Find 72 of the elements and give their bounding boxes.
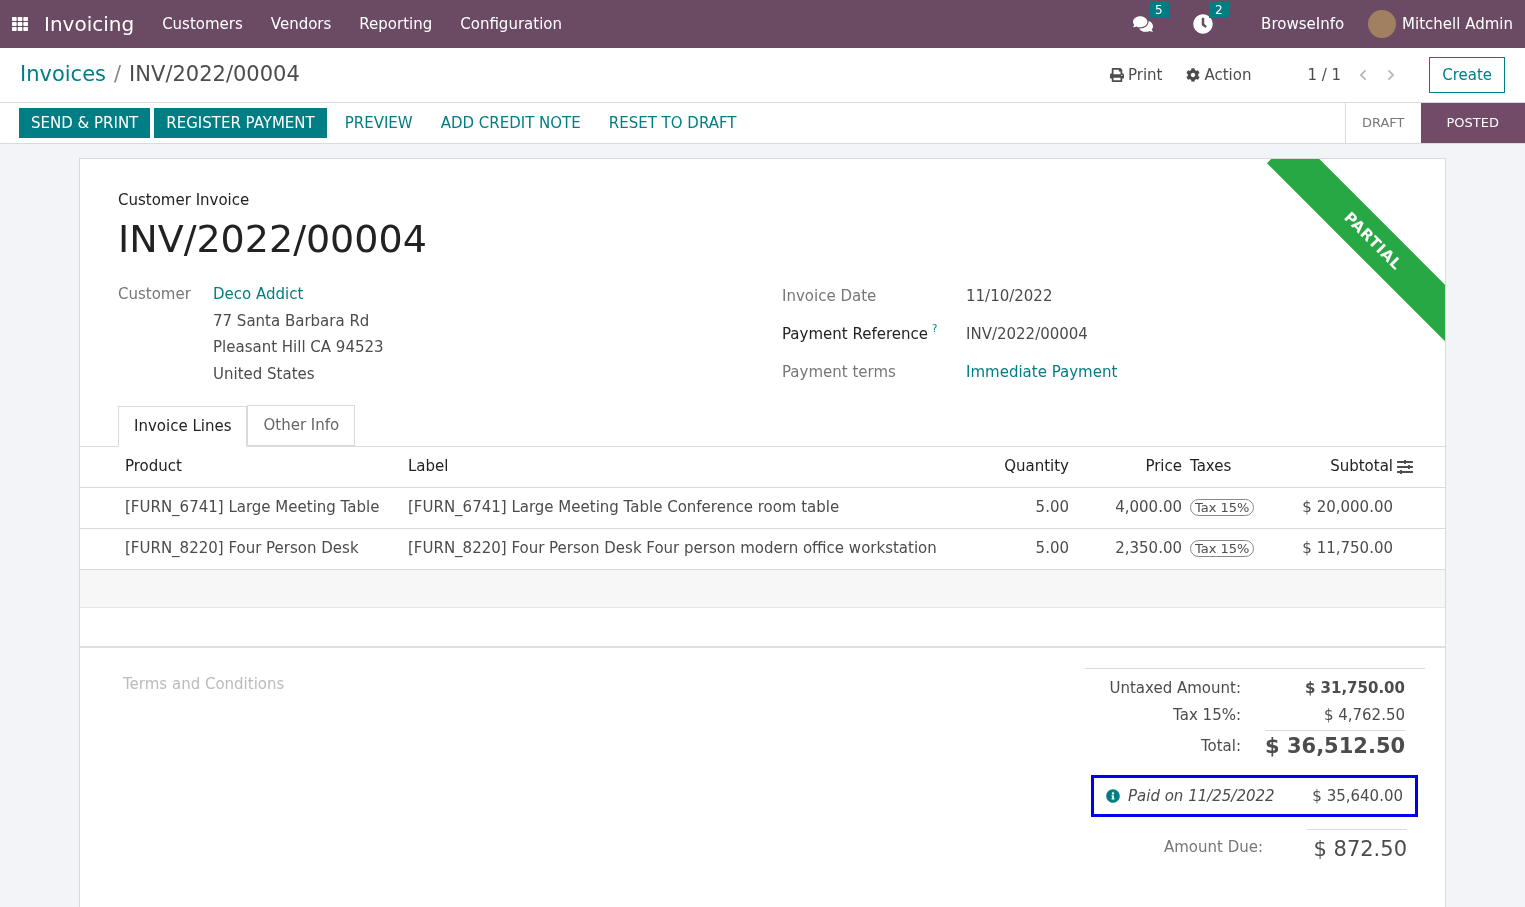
gear-icon (1186, 68, 1201, 82)
column-settings-icon[interactable] (1397, 458, 1413, 475)
notebook-tab[interactable]: Other Info (247, 405, 356, 446)
breadcrumb-link[interactable]: Invoices (20, 59, 107, 91)
menu-item[interactable]: Reporting (359, 12, 433, 36)
record-title: INV/2022/00004 (129, 61, 300, 89)
table-cell: [FURN_6741] Large Meeting Table (80, 487, 400, 528)
total-value: $ 31,750.00 (1303, 678, 1405, 699)
notebook-tab[interactable]: Invoice Lines (118, 406, 248, 447)
status-stage[interactable]: DRAFT (1345, 103, 1421, 143)
column-header[interactable]: Subtotal (1267, 446, 1397, 487)
total-value: $ 36,512.50 (1265, 730, 1405, 763)
customer-link[interactable]: Deco Addict (213, 283, 384, 306)
field-label: Payment terms (782, 361, 896, 383)
menu-item[interactable]: Vendors (270, 12, 332, 36)
total-label: Total: (1200, 736, 1241, 757)
column-header[interactable]: Taxes (1182, 446, 1267, 487)
table-cell: $ 20,000.00 (1267, 487, 1397, 528)
column-header[interactable]: Label (400, 446, 984, 487)
pager-value: 1 / 1 (1307, 64, 1342, 86)
document-type: Customer Invoice (118, 190, 251, 211)
action-button[interactable]: Action (1186, 63, 1252, 87)
table-cell: [FURN_8220] Four Person Desk Four person modern office workstation (400, 528, 984, 569)
action-button[interactable]: REGISTER PAYMENT (154, 107, 327, 139)
table-cell: 5.00 (984, 487, 1069, 528)
field-label: Invoice Date (782, 285, 877, 307)
breadcrumb-separator: / (114, 61, 122, 89)
user-name[interactable]: Mitchell Admin (1402, 12, 1513, 36)
address-line: 77 Santa Barbara Rd (213, 310, 371, 332)
address-line: Pleasant Hill CA 94523 (213, 337, 384, 358)
invoice-number: INV/2022/00004 (118, 215, 427, 263)
table-cell: 4,000.00 (1069, 487, 1182, 528)
field-value: INV/2022/00004 (966, 323, 1088, 345)
address-line: United States (213, 363, 316, 385)
info-icon[interactable] (1106, 788, 1120, 803)
total-label: Tax 15%: (1173, 704, 1241, 726)
print-button[interactable]: Print (1109, 63, 1163, 87)
table-cell: 5.00 (984, 528, 1069, 569)
apps-menu-icon[interactable] (12, 16, 28, 32)
action-button[interactable]: RESET TO DRAFT (594, 107, 751, 139)
field-label: Payment Reference (782, 323, 928, 345)
table-cell: $ 11,750.00 (1267, 528, 1397, 569)
status-stage[interactable]: POSTED (1420, 103, 1525, 143)
field-label: Customer (118, 284, 192, 305)
create-button[interactable]: Create (1429, 56, 1505, 94)
field-value[interactable]: Immediate Payment (966, 360, 1118, 384)
payment-amount: $ 35,640.00 (1312, 785, 1403, 807)
amount-due: $ 872.50 (1307, 829, 1407, 866)
help-mark[interactable]: ? (932, 322, 938, 335)
payment-label: Paid on 11/25/2022 (1128, 785, 1276, 807)
field-value: 11/10/2022 (966, 285, 1053, 307)
table-cell: [FURN_8220] Four Person Desk (80, 528, 400, 569)
column-header[interactable]: Quantity (984, 446, 1069, 487)
table-cell: [FURN_6741] Large Meeting Table Conference room table (400, 487, 984, 528)
menu-item[interactable]: Configuration (460, 12, 562, 36)
total-value: $ 4,762.50 (1322, 704, 1405, 726)
total-label: Untaxed Amount: (1109, 678, 1241, 699)
company-name[interactable]: BrowseInfo (1261, 12, 1345, 36)
total-label: Amount Due: (1163, 837, 1263, 858)
count-badge: 5 (1149, 2, 1169, 18)
table-cell: 2,350.00 (1069, 528, 1182, 569)
clock-icon[interactable] (1193, 14, 1214, 34)
column-header[interactable]: Price (1069, 446, 1182, 487)
chat-icon[interactable] (1133, 14, 1154, 34)
count-badge: 2 (1209, 2, 1229, 18)
menu-item[interactable]: Customers (162, 12, 243, 36)
printer-icon (1109, 68, 1124, 82)
action-button[interactable]: PREVIEW (330, 107, 427, 139)
column-header[interactable]: Product (80, 446, 400, 487)
app-name[interactable]: Invoicing (44, 10, 135, 38)
action-button[interactable]: ADD CREDIT NOTE (426, 107, 595, 139)
action-button[interactable]: SEND & PRINT (19, 107, 151, 139)
